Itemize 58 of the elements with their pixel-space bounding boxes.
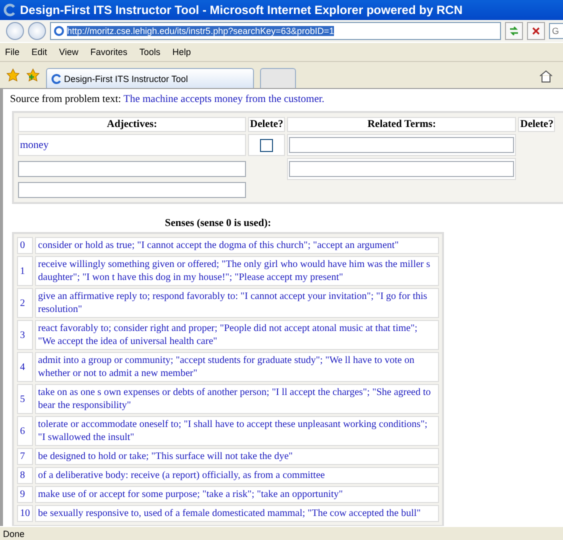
menu-item[interactable]: File bbox=[5, 47, 20, 57]
sense-number: 6 bbox=[17, 416, 33, 446]
browser-tab[interactable] bbox=[260, 68, 296, 88]
sense-definition: receive willingly something given or offered; "The only girl who would have him was the miller s daughter"; "I won t have this dog in my house!"; "Please accept my present" bbox=[35, 256, 439, 286]
sense-definition: consider or hold as true; "I cannot accept the dogma of this church"; "accept an argument" bbox=[35, 237, 439, 254]
sense-number: 3 bbox=[17, 320, 33, 350]
forward-button[interactable] bbox=[28, 22, 46, 40]
column-header: Delete? bbox=[518, 117, 556, 132]
sense-definition: give an affirmative reply to; respond favorably to: "I cannot accept your invitation"; "I go for this resolution" bbox=[35, 288, 439, 318]
sense-number: 0 bbox=[17, 237, 33, 254]
text-field[interactable] bbox=[289, 137, 514, 153]
sense-definition: be designed to hold or take; "This surface will not take the dye" bbox=[35, 448, 439, 465]
sense-number: 10 bbox=[17, 505, 33, 522]
sense-number: 1 bbox=[17, 256, 33, 286]
sense-definition: admit into a group or community; "accept students for graduate study"; "We ll have to vote on whether or not to admit a new member" bbox=[35, 352, 439, 382]
sense-number: 4 bbox=[17, 352, 33, 382]
sense-definition: tolerate or accommodate oneself to; "I shall have to accept these unpleasant working conditions"; "I swallowed the insult" bbox=[35, 416, 439, 446]
sense-number: 7 bbox=[17, 448, 33, 465]
sense-number: 8 bbox=[17, 467, 33, 484]
refresh-button[interactable] bbox=[505, 22, 523, 40]
delete-checkbox[interactable] bbox=[260, 138, 274, 152]
browser-icon bbox=[51, 74, 61, 84]
column-header: Delete? bbox=[248, 117, 286, 132]
text-field[interactable] bbox=[18, 161, 246, 177]
menu-item[interactable]: View bbox=[59, 47, 78, 57]
sense-definition: take on as one s own expenses or debts of another person; "I ll accept the charges"; "She agreed to bear the responsibility" bbox=[35, 384, 439, 414]
sense-definition: of a deliberative body: receive (a report) officially, as from a committee bbox=[35, 467, 439, 484]
address-field[interactable]: http://moritz.cse.lehigh.edu/its/instr5.php?searchKey=63&probID=1 bbox=[50, 22, 501, 40]
senses-heading: Senses (sense 0 is used): bbox=[164, 218, 272, 229]
menu-item[interactable]: Favorites bbox=[90, 47, 128, 57]
sense-number: 2 bbox=[17, 288, 33, 318]
sense-definition: react favorably to; consider right and proper; "People did not accept atonal music at that time"; "We accept the idea of universal health care" bbox=[35, 320, 439, 350]
star-icon[interactable] bbox=[6, 68, 20, 82]
source-text: Source from problem text: The machine accepts money from the customer. bbox=[10, 94, 326, 105]
search-field[interactable]: G bbox=[549, 23, 563, 39]
sense-number: 9 bbox=[17, 486, 33, 503]
sense-number: 5 bbox=[17, 384, 33, 414]
browser-tab[interactable]: Design-First ITS Instructor Tool bbox=[46, 68, 254, 88]
page-icon bbox=[54, 26, 64, 36]
sense-definition: make use of or accept for some purpose; "take a risk"; "take an opportunity" bbox=[35, 486, 439, 503]
status-text: Done bbox=[3, 528, 25, 538]
stop-button[interactable] bbox=[527, 22, 545, 40]
window-title: Design-First ITS Instructor Tool - Microsoft Internet Explorer powered by RCN bbox=[20, 3, 462, 17]
menu-item[interactable]: Edit bbox=[32, 47, 48, 57]
menu-item[interactable]: Tools bbox=[139, 47, 160, 57]
home-icon[interactable] bbox=[539, 70, 553, 83]
text-field[interactable] bbox=[18, 182, 246, 198]
close-icon bbox=[531, 26, 541, 36]
column-header: Adjectives: bbox=[18, 117, 246, 132]
adjective-text: money bbox=[20, 140, 49, 150]
refresh-icon bbox=[509, 26, 519, 36]
back-button[interactable] bbox=[6, 22, 24, 40]
column-header: Related Terms: bbox=[287, 117, 516, 132]
sense-definition: be sexually responsive to, used of a female domesticated mammal; "The cow accepted the bull" bbox=[35, 505, 439, 522]
menu-item[interactable]: Help bbox=[172, 47, 191, 57]
text-field[interactable] bbox=[289, 161, 514, 177]
browser-icon bbox=[3, 3, 17, 17]
star-plus-icon[interactable] bbox=[26, 68, 40, 82]
